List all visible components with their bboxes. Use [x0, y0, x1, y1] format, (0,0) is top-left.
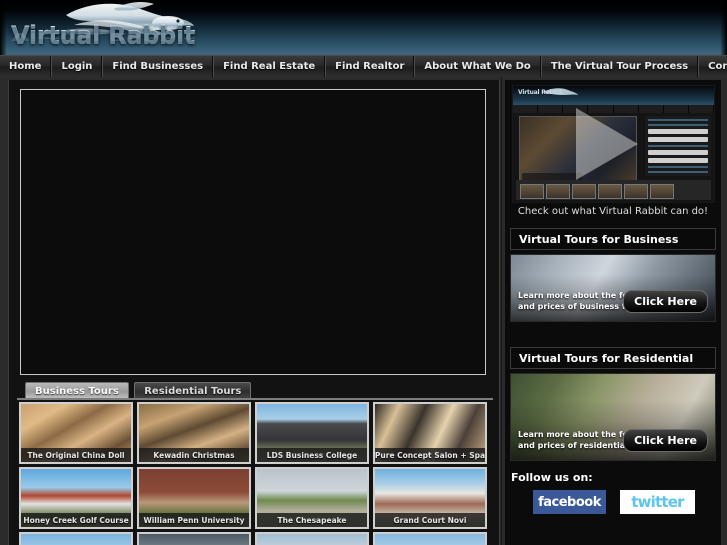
- twitter-button[interactable]: twitter: [620, 490, 695, 514]
- tour-category-tabs: Business Tours Residential Tours: [25, 381, 485, 399]
- nav-item-find-real-estate[interactable]: Find Real Estate: [213, 56, 326, 77]
- play-triangle-icon: [576, 108, 639, 180]
- tab-residential-tours[interactable]: Residential Tours: [134, 382, 252, 399]
- thumbnail-image: [139, 534, 249, 545]
- thumbnail-caption: LDS Business College: [257, 448, 367, 462]
- thumbnail-caption: Pure Concept Salon + Spa: [375, 448, 485, 462]
- section-heading-business: Virtual Tours for Business: [510, 228, 716, 250]
- logo-wordmark-reflection: Virtual Rabbit: [11, 30, 196, 43]
- nav-item-contact[interactable]: Contact: [698, 56, 727, 77]
- tabs-underline: [17, 398, 493, 400]
- column-divider: [501, 77, 502, 545]
- follow-us-label: Follow us on:: [511, 471, 593, 484]
- nav-item-home[interactable]: Home: [0, 56, 52, 77]
- thumbnail-caption: William Penn University: [139, 513, 249, 527]
- tour-thumbnail[interactable]: The Original China Doll: [19, 402, 133, 464]
- tour-thumbnail[interactable]: [137, 532, 251, 545]
- site-header: Virtual Rabbit Virtual Rabbit: [0, 0, 727, 55]
- thumbnail-caption: The Original China Doll: [21, 448, 131, 462]
- sidebar: Virtual Rabbit Check out what Virtual Ra…: [505, 80, 721, 545]
- tour-thumbnail[interactable]: Grand Court Novi: [373, 467, 487, 529]
- residential-click-here-button[interactable]: Click Here: [623, 429, 708, 452]
- main-navigation: Home Login Find Businesses Find Real Est…: [0, 55, 727, 77]
- tour-thumbnail[interactable]: Kewadin Christmas: [137, 402, 251, 464]
- promo-video-thumbnail[interactable]: Virtual Rabbit: [512, 85, 715, 203]
- thumbnail-caption: Grand Court Novi: [375, 513, 485, 527]
- nav-item-find-realtor[interactable]: Find Realtor: [325, 56, 415, 77]
- page-root: Virtual Rabbit Virtual Rabbit Home Login…: [0, 0, 727, 545]
- thumbnail-caption: The Chesapeake: [257, 513, 367, 527]
- video-caption: Check out what Virtual Rabbit can do!: [517, 206, 709, 217]
- tour-thumbnail[interactable]: Honey Creek Golf Course: [19, 467, 133, 529]
- tour-thumbnail[interactable]: The Chesapeake: [255, 467, 369, 529]
- thumbnail-image: [257, 534, 367, 545]
- main-column: Business Tours Residential Tours The Ori…: [8, 80, 500, 545]
- tour-thumbnail[interactable]: Pure Concept Salon + Spa: [373, 402, 487, 464]
- tour-thumbnail[interactable]: LDS Business College: [255, 402, 369, 464]
- video-inner-thumbstrip: [516, 180, 711, 200]
- thumbnail-image: [21, 534, 131, 545]
- virtual-tour-viewer[interactable]: [20, 89, 486, 375]
- tour-thumbnail[interactable]: William Penn University: [137, 467, 251, 529]
- nav-item-virtual-tour-process[interactable]: The Virtual Tour Process: [540, 56, 699, 77]
- video-inner-form: [645, 116, 711, 176]
- nav-item-find-businesses[interactable]: Find Businesses: [102, 56, 214, 77]
- business-click-here-button[interactable]: Click Here: [623, 290, 708, 313]
- thumbnail-caption: Kewadin Christmas: [139, 448, 249, 462]
- tour-thumbnail-grid: The Original China Doll Kewadin Christma…: [19, 402, 491, 545]
- rabbit-logo-icon: [543, 88, 578, 95]
- tour-thumbnail[interactable]: [19, 532, 133, 545]
- tour-thumbnail[interactable]: [255, 532, 369, 545]
- tour-thumbnail[interactable]: [373, 532, 487, 545]
- site-logo[interactable]: Virtual Rabbit Virtual Rabbit: [4, 1, 196, 55]
- video-inner-header: Virtual Rabbit: [513, 86, 714, 105]
- page-content: Business Tours Residential Tours The Ori…: [0, 77, 727, 545]
- thumbnail-caption: Honey Creek Golf Course: [21, 513, 131, 527]
- thumbnail-image: [375, 534, 485, 545]
- promo-business-tours[interactable]: Learn more about the features and prices…: [510, 254, 716, 322]
- tab-business-tours[interactable]: Business Tours: [25, 382, 129, 399]
- nav-item-login[interactable]: Login: [51, 56, 103, 77]
- nav-item-about-what-we-do[interactable]: About What We Do: [414, 56, 541, 77]
- section-heading-residential: Virtual Tours for Residential: [510, 347, 716, 369]
- facebook-button[interactable]: facebook: [533, 490, 606, 514]
- header-right-shade: [721, 0, 727, 55]
- promo-residential-tours[interactable]: Learn more about the features and prices…: [510, 373, 716, 461]
